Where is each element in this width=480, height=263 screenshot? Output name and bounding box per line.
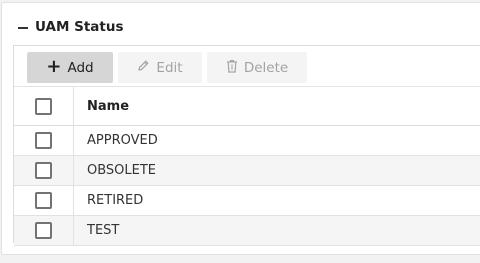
column-header-name[interactable]: Name xyxy=(87,87,129,125)
edit-button[interactable]: Edit xyxy=(118,52,202,83)
edit-button-label: Edit xyxy=(156,59,183,76)
row-checkbox-cell xyxy=(14,186,74,215)
row-checkbox-cell xyxy=(14,156,74,185)
select-all-checkbox[interactable] xyxy=(35,97,52,115)
delete-button-label: Delete xyxy=(243,59,289,76)
row-checkbox[interactable] xyxy=(35,192,52,209)
table-row[interactable]: OBSOLETE xyxy=(14,156,480,186)
plus-icon: + xyxy=(46,55,62,77)
row-name-cell: RETIRED xyxy=(87,193,144,208)
row-name-cell: TEST xyxy=(87,223,120,238)
table-row[interactable]: APPROVED xyxy=(14,126,480,156)
table-row[interactable]: TEST xyxy=(14,216,480,246)
table-row[interactable]: RETIRED xyxy=(14,186,480,216)
row-name-cell: APPROVED xyxy=(87,133,158,148)
row-checkbox[interactable] xyxy=(35,132,52,149)
pencil-icon xyxy=(137,59,150,76)
status-grid: + Add Edit Delete Name APPROVED OBSOLETE… xyxy=(13,45,480,246)
row-name-cell: OBSOLETE xyxy=(87,163,157,178)
row-checkbox[interactable] xyxy=(35,222,52,239)
add-button-label: Add xyxy=(67,59,94,76)
section-header[interactable]: UAM Status xyxy=(18,17,124,37)
row-checkbox-cell xyxy=(14,216,74,245)
row-checkbox[interactable] xyxy=(35,162,52,179)
select-all-cell xyxy=(14,87,74,125)
table-header-row: Name xyxy=(14,87,480,126)
delete-button[interactable]: Delete xyxy=(207,52,307,83)
section-title: UAM Status xyxy=(35,19,124,35)
grid-toolbar: + Add Edit Delete xyxy=(14,46,480,87)
trash-icon xyxy=(226,59,238,77)
minus-icon[interactable] xyxy=(18,26,28,29)
row-checkbox-cell xyxy=(14,126,74,155)
add-button[interactable]: + Add xyxy=(27,52,113,83)
